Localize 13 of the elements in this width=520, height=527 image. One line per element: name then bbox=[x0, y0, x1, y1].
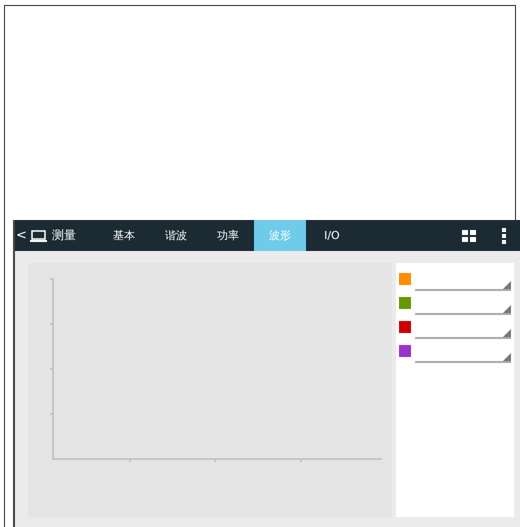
corner-triangle-icon bbox=[503, 281, 511, 289]
page-title: 测量 bbox=[52, 227, 76, 244]
grid-icon[interactable] bbox=[462, 230, 476, 242]
tab[interactable]: 功率 bbox=[202, 220, 254, 251]
corner-triangle-icon bbox=[503, 353, 511, 361]
tab[interactable]: 谐波 bbox=[150, 220, 202, 251]
tab[interactable]: 基本 bbox=[98, 220, 150, 251]
corner-triangle-icon bbox=[503, 305, 511, 313]
tab[interactable]: I/O bbox=[306, 220, 358, 251]
more-icon[interactable] bbox=[502, 228, 506, 244]
corner-triangle-icon bbox=[503, 329, 511, 337]
back-button[interactable]: < bbox=[16, 228, 27, 243]
laptop-icon bbox=[30, 230, 47, 242]
